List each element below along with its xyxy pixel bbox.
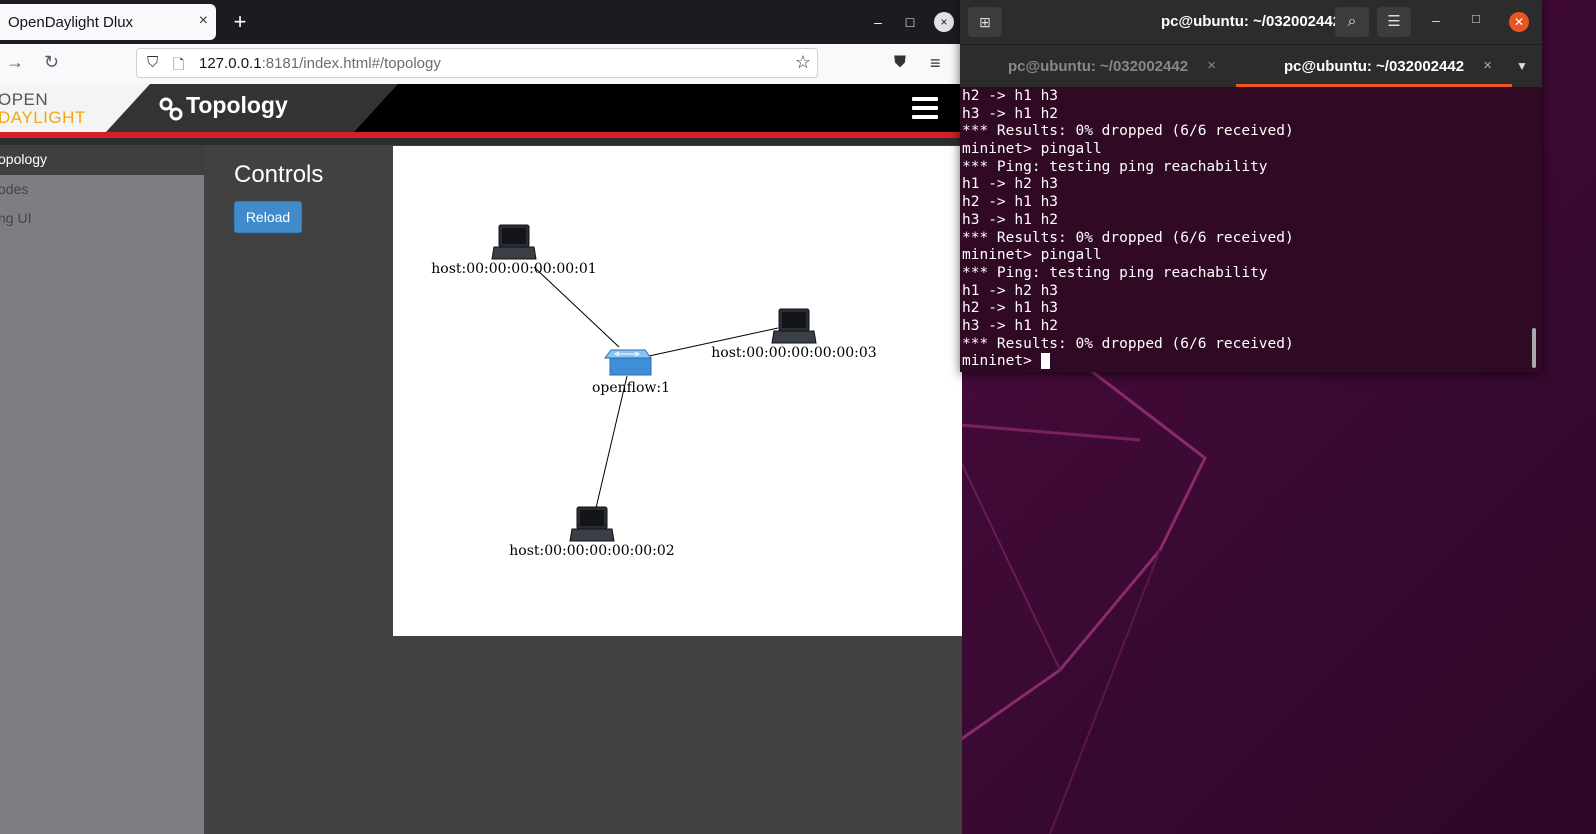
terminal-headerbar: ⊞ pc@ubuntu: ~/032002442 ⌕ ☰ – □ ✕ — [960, 0, 1542, 44]
terminal-tab-1[interactable]: pc@ubuntu: ~/032002442 × — [960, 45, 1236, 87]
terminal-line: *** Results: 0% dropped (6/6 received) — [962, 229, 1294, 246]
terminal-tab-label: pc@ubuntu: ~/032002442 — [1007, 58, 1189, 75]
terminal-line: *** Results: 0% dropped (6/6 received) — [962, 123, 1294, 140]
terminal-cursor — [1040, 353, 1050, 370]
host-2-laptop-icon[interactable] — [569, 506, 615, 542]
hamburger-menu-icon[interactable]: ≡ — [930, 53, 941, 74]
terminal-line: h3 -> h1 h2 — [962, 317, 1059, 334]
terminal-title: pc@ubuntu: ~/032002442 — [1160, 13, 1342, 30]
terminal-minimize-button[interactable]: – — [1432, 12, 1440, 28]
terminal-scrollbar[interactable] — [1532, 328, 1536, 368]
forward-arrow-icon[interactable]: → — [6, 52, 24, 73]
bookmark-star-icon[interactable]: ☆ — [795, 52, 811, 73]
terminal-output[interactable]: h2 -> h1 h3 h3 -> h1 h2 *** Results: 0% … — [962, 88, 1532, 372]
browser-tab-bar: OpenDaylight Dlux × + – □ × — [0, 0, 962, 44]
shield-icon[interactable]: ⛉ — [147, 54, 158, 71]
browser-tab[interactable]: OpenDaylight Dlux × — [0, 4, 216, 40]
pocket-icon[interactable]: ⛊ — [894, 54, 906, 72]
terminal-tab-bar: pc@ubuntu: ~/032002442 × pc@ubuntu: ~/03… — [960, 44, 1542, 87]
host-3-label: host:00:00:00:00:00:03 — [711, 345, 876, 361]
new-tab-button[interactable]: + — [228, 8, 252, 36]
sidebar-item-nodes[interactable]: odes — [0, 181, 28, 197]
window-minimize-button[interactable]: – — [868, 12, 888, 32]
terminal-line: mininet> pingall — [962, 247, 1102, 264]
terminal-tab-label: pc@ubuntu: ~/032002442 — [1283, 58, 1465, 75]
switch-icon[interactable] — [604, 349, 652, 376]
sidebar-item-yang-ui[interactable]: ng UI — [0, 210, 31, 226]
url-text: 127.0.0.1:8181/index.html#/topology — [199, 55, 441, 72]
topology-canvas[interactable]: openflow:1 host:00:00:00:00:00:01 host:0… — [393, 146, 962, 636]
browser-window: OpenDaylight Dlux × + – □ × → ↻ ⛉ 🗋 127.… — [0, 0, 962, 834]
controls-title: Controls — [234, 161, 324, 188]
reload-button[interactable]: Reload — [234, 201, 302, 233]
window-close-button[interactable]: × — [934, 12, 954, 32]
terminal-prompt-line[interactable]: mininet> — [962, 353, 1532, 371]
terminal-close-button[interactable]: ✕ — [1509, 12, 1529, 32]
tab-close-icon[interactable]: × — [199, 12, 208, 30]
page-title: Topology — [186, 92, 288, 118]
host-1-label: host:00:00:00:00:00:01 — [431, 261, 596, 277]
link-host1-switch — [533, 266, 620, 348]
browser-tab-title: OpenDaylight Dlux — [8, 14, 134, 31]
host-2-label: host:00:00:00:00:00:02 — [509, 543, 674, 559]
page-info-icon[interactable]: 🗋 — [173, 54, 184, 78]
terminal-tab-close-icon[interactable]: × — [1207, 57, 1216, 74]
terminal-line: mininet> pingall — [962, 141, 1102, 158]
terminal-line: *** Ping: testing ping reachability — [962, 158, 1268, 175]
terminal-menu-icon[interactable]: ☰ — [1377, 7, 1411, 37]
host-1-laptop-icon[interactable] — [491, 224, 537, 260]
sidebar: opology odes ng UI — [0, 145, 204, 834]
app-menu-icon[interactable] — [912, 97, 938, 124]
switch-label: openflow:1 — [592, 380, 670, 396]
logo-line-1: OPEN — [0, 90, 49, 109]
terminal-line: *** Results: 0% dropped (6/6 received) — [962, 335, 1294, 352]
reload-icon[interactable]: ↻ — [44, 52, 59, 73]
terminal-line: h2 -> h1 h3 — [962, 88, 1059, 104]
wallpaper-lines — [960, 370, 1207, 834]
terminal-line: h2 -> h1 h3 — [962, 300, 1059, 317]
window-maximize-button[interactable]: □ — [900, 12, 920, 32]
logo-line-2: DAYLIGHT — [0, 108, 86, 127]
terminal-line: *** Ping: testing ping reachability — [962, 264, 1268, 281]
sidebar-item-topology[interactable]: opology — [0, 151, 47, 167]
url-path: :8181/index.html#/topology — [261, 55, 441, 72]
terminal-line: h1 -> h2 h3 — [962, 176, 1059, 193]
terminal-line: h3 -> h1 h2 — [962, 211, 1059, 228]
header-dark-bar — [0, 138, 962, 145]
terminal-maximize-button[interactable]: □ — [1472, 11, 1480, 26]
browser-navbar: → ↻ ⛉ 🗋 127.0.0.1:8181/index.html#/topol… — [0, 44, 962, 85]
topology-icon — [159, 97, 183, 121]
terminal-line: h3 -> h1 h2 — [962, 105, 1059, 122]
terminal-line: h1 -> h2 h3 — [962, 282, 1059, 299]
terminal-prompt: mininet> — [962, 353, 1041, 370]
host-3-laptop-icon[interactable] — [771, 308, 817, 344]
terminal-tab-menu-icon[interactable]: ▼ — [1516, 59, 1528, 73]
odl-header: OPEN DAYLIGHT Topology — [0, 84, 962, 132]
url-host: 127.0.0.1 — [199, 55, 262, 72]
terminal-tab-close-icon[interactable]: × — [1483, 57, 1492, 74]
url-bar[interactable]: ⛉ 🗋 127.0.0.1:8181/index.html#/topology … — [136, 48, 818, 78]
terminal-search-icon[interactable]: ⌕ — [1335, 7, 1369, 37]
terminal-tab-2[interactable]: pc@ubuntu: ~/032002442 × — [1236, 45, 1512, 87]
terminal-window: ⊞ pc@ubuntu: ~/032002442 ⌕ ☰ – □ ✕ pc@ub… — [960, 0, 1542, 372]
terminal-line: h2 -> h1 h3 — [962, 194, 1059, 211]
